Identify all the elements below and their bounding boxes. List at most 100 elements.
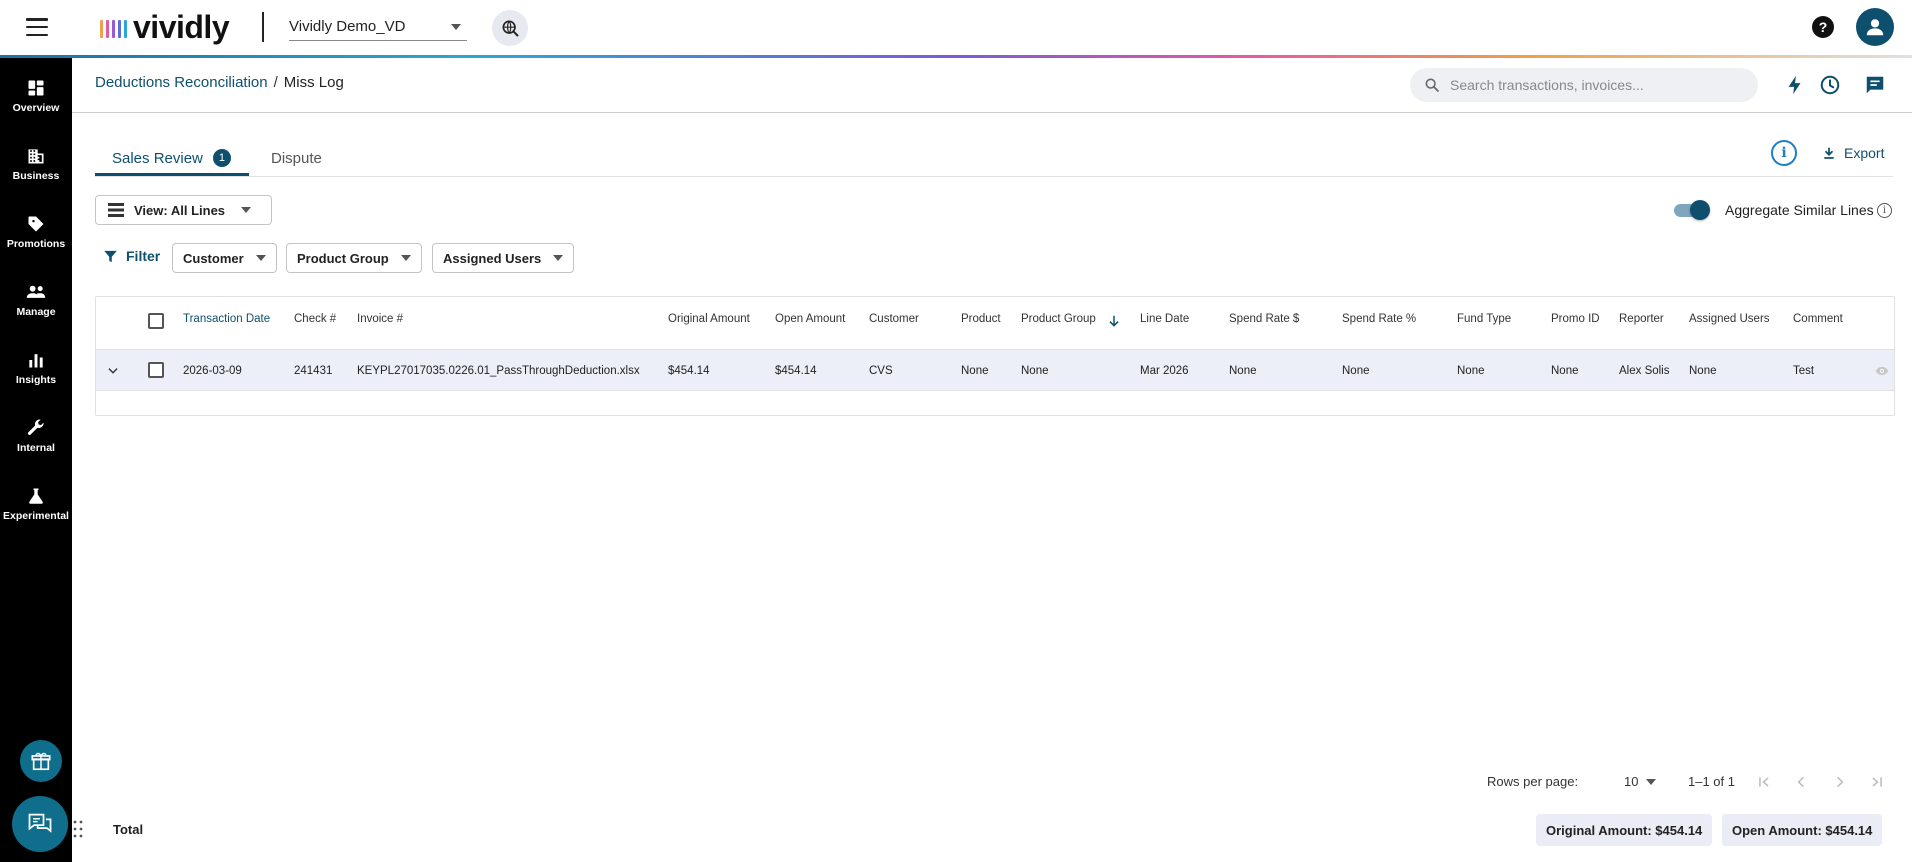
filter-button[interactable]: Filter bbox=[103, 248, 160, 264]
cell-promo-id: None bbox=[1551, 365, 1579, 377]
drag-handle-icon[interactable] bbox=[73, 820, 83, 838]
tab-dispute[interactable]: Dispute bbox=[271, 140, 322, 176]
chevron-down-icon[interactable] bbox=[106, 364, 120, 378]
next-page-icon[interactable] bbox=[1833, 775, 1847, 789]
tabs-divider bbox=[95, 176, 1893, 177]
column-header-reporter[interactable]: Reporter bbox=[1619, 313, 1664, 325]
sidebar-item-insights[interactable]: Insights bbox=[0, 338, 72, 398]
info-button[interactable]: i bbox=[1771, 140, 1797, 166]
cell-open-amount: $454.14 bbox=[775, 365, 817, 377]
export-label: Export bbox=[1844, 145, 1885, 161]
tab-sales-review[interactable]: Sales Review 1 bbox=[112, 140, 231, 176]
column-header-line-date[interactable]: Line Date bbox=[1140, 313, 1189, 325]
cell-line-date: Mar 2026 bbox=[1140, 365, 1189, 377]
logo-bars-icon bbox=[100, 16, 127, 38]
filter-chip-label: Assigned Users bbox=[443, 250, 542, 266]
quick-actions-button[interactable] bbox=[1784, 74, 1806, 96]
breadcrumb: Deductions Reconciliation / Miss Log bbox=[95, 74, 344, 91]
sidebar-item-label: Overview bbox=[12, 102, 60, 114]
column-header-comment[interactable]: Comment bbox=[1793, 313, 1843, 325]
export-button[interactable]: Export bbox=[1822, 142, 1884, 164]
column-header-customer[interactable]: Customer bbox=[869, 313, 919, 325]
chevron-down-icon bbox=[1646, 778, 1657, 785]
tab-count-badge: 1 bbox=[212, 149, 231, 167]
sidebar-item-promotions[interactable]: Promotions bbox=[0, 202, 72, 262]
dashboard-icon bbox=[28, 80, 44, 96]
rows-per-page-select[interactable]: 10 bbox=[1624, 774, 1657, 789]
column-header-spend-rate-percent[interactable]: Spend Rate % bbox=[1342, 313, 1416, 325]
select-all-checkbox[interactable] bbox=[148, 313, 164, 329]
cell-original-amount: $454.14 bbox=[668, 365, 710, 377]
filter-chip-label: Customer bbox=[183, 250, 244, 266]
breadcrumb-separator: / bbox=[273, 74, 278, 91]
search-input[interactable] bbox=[1450, 77, 1740, 93]
sidebar-item-overview[interactable]: Overview bbox=[0, 66, 72, 126]
sidebar-item-internal[interactable]: Internal bbox=[0, 406, 72, 466]
chat-icon bbox=[28, 813, 52, 833]
last-page-icon[interactable] bbox=[1869, 775, 1885, 789]
cell-comment: Test bbox=[1793, 365, 1815, 377]
column-header-spend-rate-dollar[interactable]: Spend Rate $ bbox=[1229, 313, 1299, 325]
messages-button[interactable] bbox=[1864, 74, 1886, 96]
filter-chip-assigned-users[interactable]: Assigned Users bbox=[432, 243, 575, 273]
chevron-down-icon bbox=[241, 207, 252, 213]
sort-arrow-down-icon[interactable] bbox=[1107, 313, 1121, 329]
column-header-assigned-users[interactable]: Assigned Users bbox=[1689, 313, 1770, 325]
toggle-knob bbox=[1690, 200, 1710, 220]
filter-label: Filter bbox=[126, 248, 161, 264]
column-header-open-amount[interactable]: Open Amount bbox=[775, 313, 845, 325]
download-icon bbox=[1824, 147, 1834, 159]
avatar[interactable] bbox=[1856, 8, 1894, 46]
info-icon[interactable]: i bbox=[1877, 203, 1892, 218]
table-row[interactable]: 2026-03-09 241431 KEYPL27017035.0226.01_… bbox=[96, 349, 1894, 391]
brand-gradient-bar bbox=[0, 55, 1912, 58]
page-range: 1–1 of 1 bbox=[1688, 774, 1735, 789]
sidebar-item-business[interactable]: Business bbox=[0, 134, 72, 194]
cell-fund-type: None bbox=[1457, 365, 1485, 377]
rows-per-page-label: Rows per page: bbox=[1487, 774, 1579, 789]
column-header-transaction-date[interactable]: Transaction Date bbox=[183, 313, 270, 325]
header-divider bbox=[72, 112, 1912, 113]
top-bar: vividly Vividly Demo_VD ? bbox=[0, 0, 1912, 55]
user-icon bbox=[1866, 19, 1884, 36]
org-select-value: Vividly Demo_VD bbox=[289, 18, 406, 35]
tab-label: Dispute bbox=[271, 149, 322, 167]
history-button[interactable] bbox=[1819, 74, 1841, 96]
wrench-icon bbox=[27, 419, 44, 435]
logo-text: vividly bbox=[133, 9, 230, 45]
tag-icon bbox=[28, 216, 44, 232]
column-header-product[interactable]: Product bbox=[961, 313, 1001, 325]
sidebar: Overview Business Promotions Manage Insi… bbox=[0, 58, 72, 862]
column-header-invoice[interactable]: Invoice # bbox=[357, 313, 403, 325]
building-icon bbox=[28, 149, 44, 164]
help-icon[interactable]: ? bbox=[1812, 16, 1834, 38]
breadcrumb-parent-link[interactable]: Deductions Reconciliation bbox=[95, 74, 268, 91]
aggregate-toggle[interactable] bbox=[1674, 200, 1710, 220]
sidebar-item-manage[interactable]: Manage bbox=[0, 270, 72, 330]
column-header-promo-id[interactable]: Promo ID bbox=[1551, 313, 1600, 325]
vividly-logo[interactable]: vividly bbox=[100, 9, 230, 45]
comment-icon bbox=[1866, 76, 1884, 94]
column-header-check[interactable]: Check # bbox=[294, 313, 336, 325]
cell-spend-rate-percent: None bbox=[1342, 365, 1370, 377]
column-header-original-amount[interactable]: Original Amount bbox=[668, 313, 750, 325]
eye-icon[interactable] bbox=[1874, 364, 1890, 378]
view-select-button[interactable]: View: All Lines bbox=[95, 195, 272, 225]
org-select[interactable]: Vividly Demo_VD bbox=[289, 13, 467, 41]
global-search bbox=[1410, 68, 1758, 102]
cell-assigned-users: None bbox=[1689, 365, 1717, 377]
prev-page-icon[interactable] bbox=[1794, 775, 1808, 789]
filter-chip-customer[interactable]: Customer bbox=[172, 243, 277, 273]
gift-button[interactable] bbox=[20, 740, 62, 782]
sidebar-item-experimental[interactable]: Experimental bbox=[0, 474, 72, 534]
column-header-fund-type[interactable]: Fund Type bbox=[1457, 313, 1511, 325]
rows-per-page-value: 10 bbox=[1624, 774, 1639, 789]
menu-icon[interactable] bbox=[26, 18, 48, 36]
column-header-product-group[interactable]: Product Group bbox=[1021, 313, 1096, 325]
row-checkbox[interactable] bbox=[148, 362, 164, 378]
filter-chip-product-group[interactable]: Product Group bbox=[286, 243, 422, 273]
org-search-button[interactable] bbox=[492, 10, 528, 46]
first-page-icon[interactable] bbox=[1756, 775, 1772, 789]
chat-support-button[interactable] bbox=[12, 796, 68, 852]
view-select-label: View: All Lines bbox=[134, 202, 226, 218]
